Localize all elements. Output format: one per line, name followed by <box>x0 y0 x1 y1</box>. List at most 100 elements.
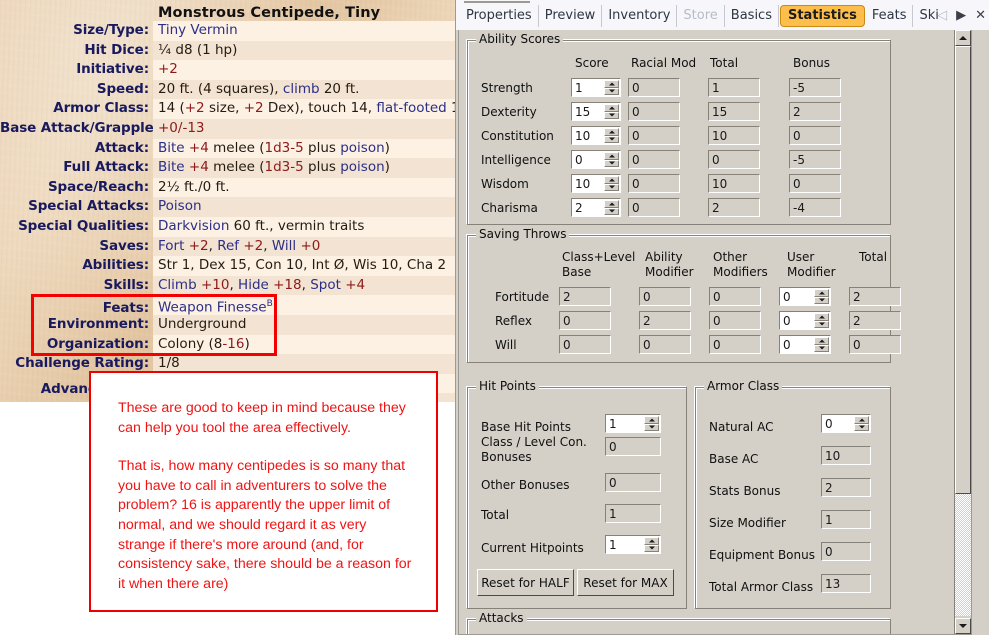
ac-field-natural-ac[interactable]: 0 <box>821 414 871 433</box>
save-user-fortitude-stepper[interactable] <box>814 289 829 304</box>
chevron-down-icon[interactable] <box>814 320 829 328</box>
ability-score-constitution[interactable]: 10 <box>571 126 621 145</box>
ability-col-header-2: Total <box>710 56 739 70</box>
window-vertical-scrollbar[interactable] <box>973 30 989 635</box>
chevron-up-icon[interactable] <box>644 537 659 545</box>
ability-score-charisma-value[interactable]: 2 <box>572 199 604 216</box>
hp-field-current-hitpoints-stepper[interactable] <box>644 537 659 552</box>
hp-field-base-hit-points[interactable]: 1 <box>605 414 661 433</box>
creature-editor-panel: Properties Preview Inventory Store Basics Sta… <box>455 0 989 635</box>
ability-score-strength-stepper[interactable] <box>604 80 619 95</box>
hp-field-base-hit-points-stepper[interactable] <box>644 416 659 431</box>
save-user-reflex-stepper[interactable] <box>814 313 829 328</box>
chevron-down-icon[interactable] <box>604 159 619 167</box>
save-total-will: 0 <box>849 335 901 354</box>
statblock-row-label: Saves: <box>99 237 149 254</box>
chevron-down-icon[interactable] <box>604 111 619 119</box>
chevron-down-icon[interactable] <box>814 344 829 352</box>
chevron-down-icon[interactable] <box>814 296 829 304</box>
chevron-up-icon[interactable] <box>604 104 619 112</box>
chevron-down-icon[interactable] <box>604 183 619 191</box>
ability-score-wisdom[interactable]: 10 <box>571 174 621 193</box>
chevron-down-icon[interactable] <box>854 423 869 431</box>
save-other-will: 0 <box>709 335 761 354</box>
chevron-up-icon[interactable] <box>604 80 619 88</box>
tab-list[interactable]: Properties Preview Inventory Store Basics Sta… <box>460 4 940 28</box>
ac-field-natural-ac-stepper[interactable] <box>854 416 869 431</box>
tab-properties[interactable]: Properties <box>460 5 539 27</box>
chevron-up-icon[interactable] <box>814 313 829 321</box>
ability-score-charisma[interactable]: 2 <box>571 198 621 217</box>
statistics-form: Ability Scores Score Racial Mod Total Bonus… <box>458 30 972 635</box>
chevron-up-icon[interactable] <box>604 200 619 208</box>
ac-field-natural-ac-value[interactable]: 0 <box>822 415 854 432</box>
chevron-up-icon[interactable] <box>814 337 829 345</box>
ability-score-intelligence-stepper[interactable] <box>604 152 619 167</box>
save-user-will[interactable]: 0 <box>779 335 831 354</box>
ability-bonus-wisdom: 0 <box>789 174 841 193</box>
ability-score-dexterity-stepper[interactable] <box>604 104 619 119</box>
ability-score-strength-value[interactable]: 1 <box>572 79 604 96</box>
save-base-will: 0 <box>559 335 611 354</box>
chevron-up-icon[interactable] <box>604 152 619 160</box>
chevron-up-icon[interactable] <box>854 416 869 424</box>
chevron-down-icon[interactable] <box>604 135 619 143</box>
ability-score-dexterity[interactable]: 15 <box>571 102 621 121</box>
save-user-will-value[interactable]: 0 <box>780 336 814 353</box>
attacks-legend: Attacks <box>476 612 527 625</box>
statblock-row: Speed: 20 ft. (4 squares), climb 20 ft. <box>0 79 455 100</box>
ability-racial-strength: 0 <box>628 78 680 97</box>
save-col-header-1-line2: Modifier <box>645 265 694 279</box>
tab-next-icon[interactable]: ▶ <box>956 9 966 22</box>
tab-preview[interactable]: Preview <box>539 5 603 27</box>
ability-score-constitution-value[interactable]: 10 <box>572 127 604 144</box>
close-icon[interactable]: ✕ <box>975 9 986 22</box>
tab-inventory[interactable]: Inventory <box>602 5 678 27</box>
hp-field-other-bonuses: 0 <box>605 473 661 492</box>
chevron-up-icon[interactable] <box>604 128 619 136</box>
hp-field-current-hitpoints-value[interactable]: 1 <box>606 536 644 553</box>
tab-skills[interactable]: Skills <box>913 5 940 27</box>
chevron-up-icon[interactable] <box>814 289 829 297</box>
save-user-reflex[interactable]: 0 <box>779 311 831 330</box>
tab-basics[interactable]: Basics <box>725 5 779 27</box>
reset-max-button[interactable]: Reset for MAX <box>577 569 674 596</box>
scroll-up-button[interactable] <box>955 30 971 46</box>
ability-score-strength[interactable]: 1 <box>571 78 621 97</box>
scroll-thumb[interactable] <box>955 46 971 494</box>
statblock-row-value: 14 (+2 size, +2 Dex), touch 14, flat-foo… <box>153 99 455 119</box>
ability-score-wisdom-stepper[interactable] <box>604 176 619 191</box>
form-vertical-scrollbar[interactable] <box>954 30 971 634</box>
save-user-fortitude[interactable]: 0 <box>779 287 831 306</box>
tab-prev-icon[interactable]: ◁ <box>937 9 947 22</box>
ability-score-charisma-stepper[interactable] <box>604 200 619 215</box>
chevron-down-icon[interactable] <box>644 544 659 552</box>
hp-field-current-hitpoints[interactable]: 1 <box>605 535 661 554</box>
ability-score-constitution-stepper[interactable] <box>604 128 619 143</box>
save-user-fortitude-value[interactable]: 0 <box>780 288 814 305</box>
ability-score-dexterity-value[interactable]: 15 <box>572 103 604 120</box>
chevron-down-icon[interactable] <box>604 87 619 95</box>
ability-racial-charisma: 0 <box>628 198 680 217</box>
chevron-up-icon[interactable] <box>644 416 659 424</box>
ability-score-intelligence[interactable]: 0 <box>571 150 621 169</box>
tab-feats[interactable]: Feats <box>866 5 914 27</box>
reset-half-button[interactable]: Reset for HALF <box>477 569 574 596</box>
chevron-down-icon[interactable] <box>604 207 619 215</box>
ability-label-intelligence: Intelligence <box>481 153 551 167</box>
save-user-reflex-value[interactable]: 0 <box>780 312 814 329</box>
scroll-down-button[interactable] <box>955 618 971 634</box>
statblock-row-label: Hit Dice: <box>84 41 149 58</box>
statblock-row-value: +2 <box>153 60 455 80</box>
statblock-row: Space/Reach: 2½ ft./0 ft. <box>0 177 455 198</box>
ability-score-intelligence-value[interactable]: 0 <box>572 151 604 168</box>
statblock-row-label: Armor Class: <box>53 100 149 117</box>
save-user-will-stepper[interactable] <box>814 337 829 352</box>
ability-score-wisdom-value[interactable]: 10 <box>572 175 604 192</box>
chevron-up-icon[interactable] <box>604 176 619 184</box>
ability-total-dexterity: 15 <box>708 102 760 121</box>
hp-field-base-hit-points-value[interactable]: 1 <box>606 415 644 432</box>
chevron-down-icon[interactable] <box>644 423 659 431</box>
hp-label-other-bonuses: Other Bonuses <box>481 478 570 492</box>
tab-statistics[interactable]: Statistics <box>779 5 865 27</box>
